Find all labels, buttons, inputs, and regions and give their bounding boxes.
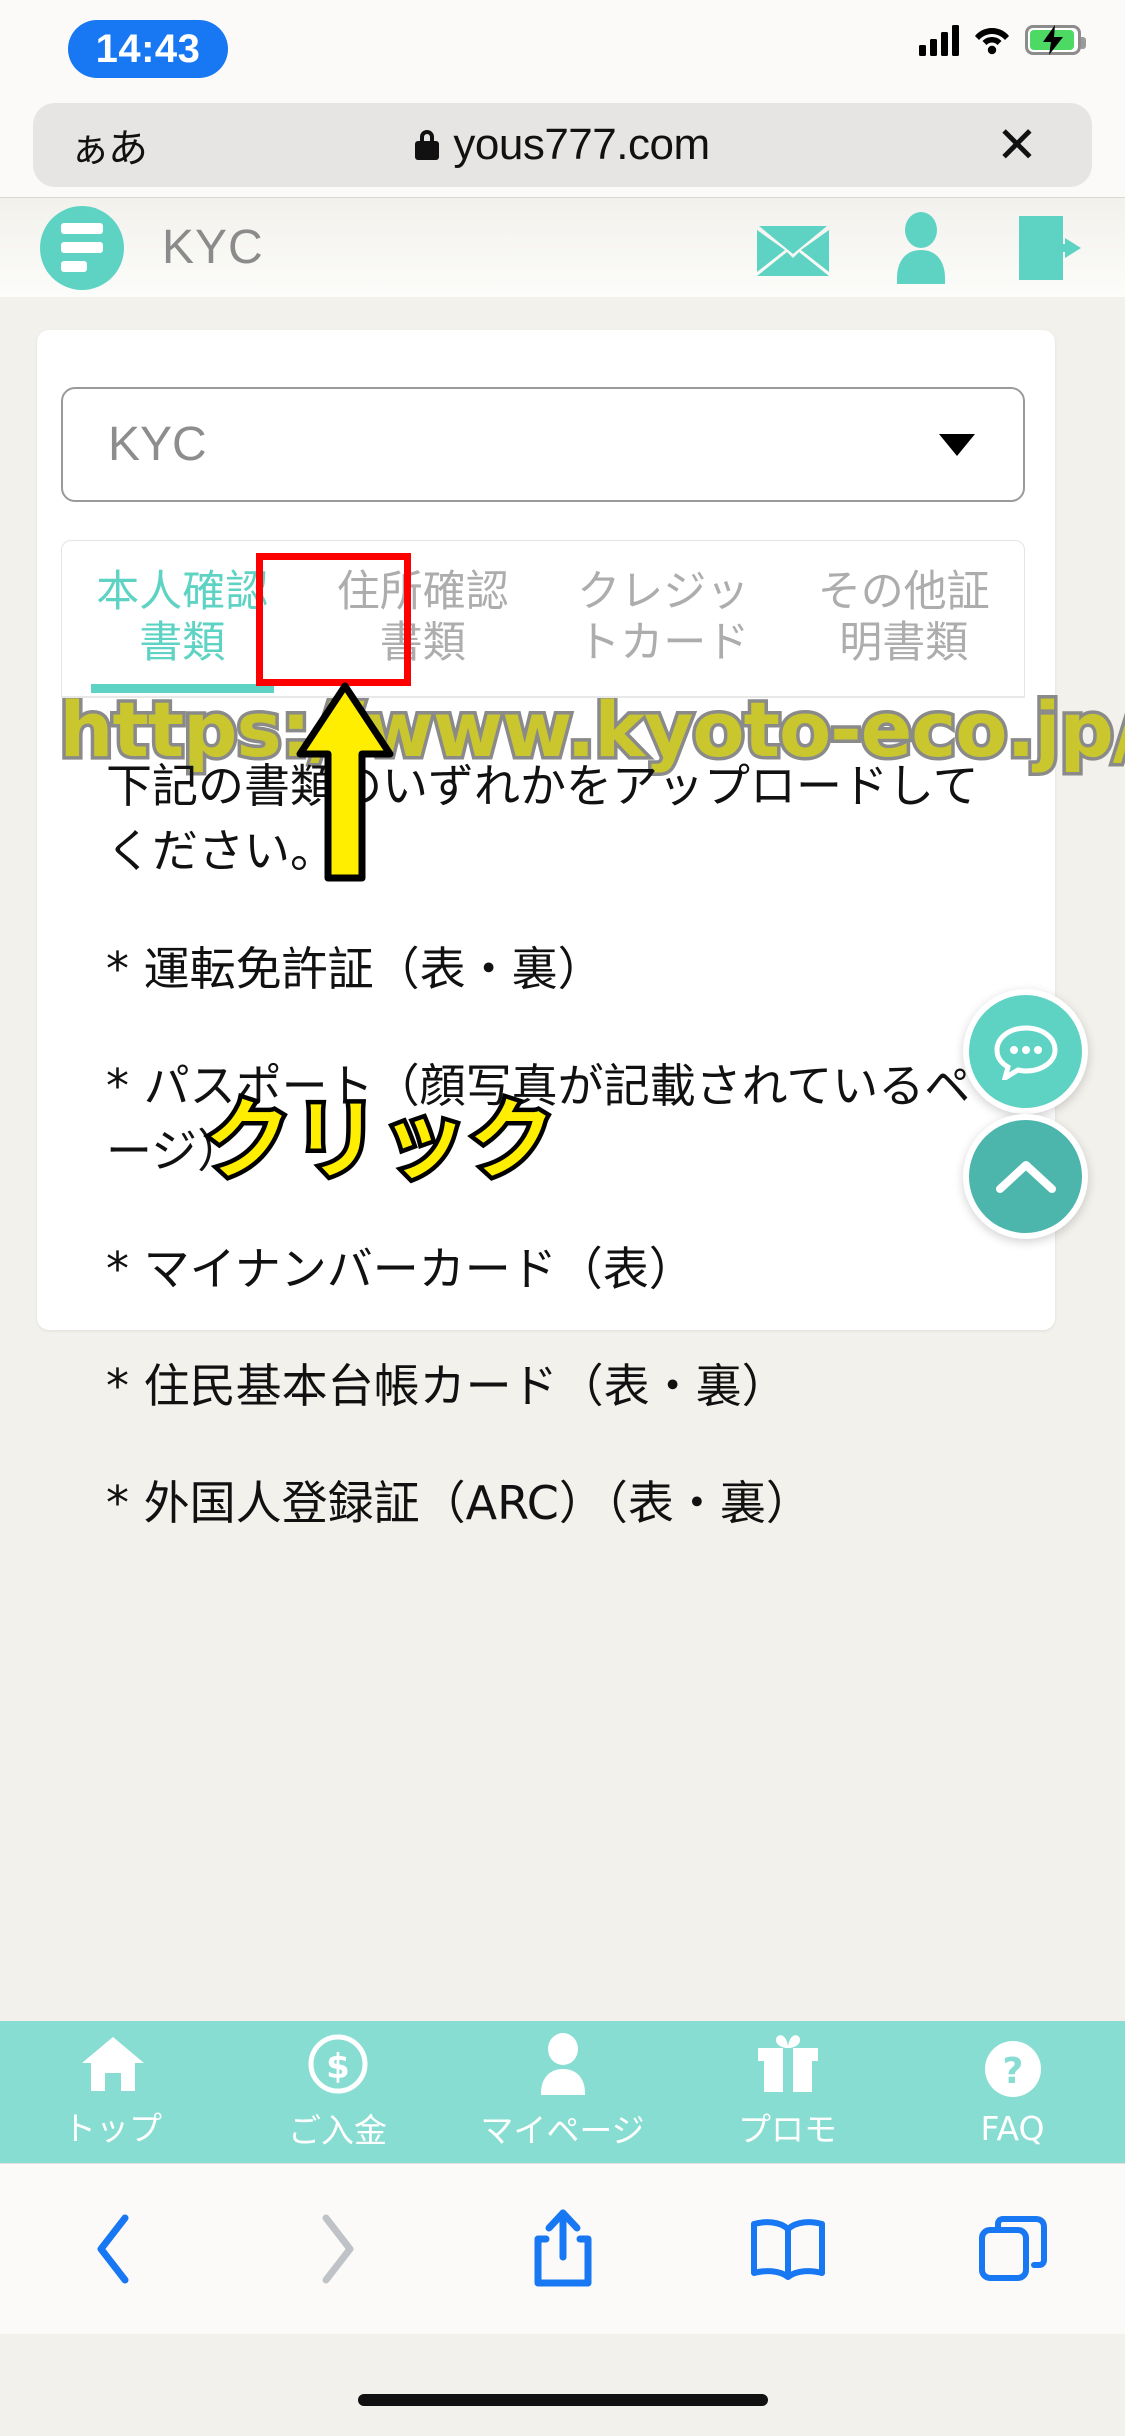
kyc-card: KYC https://www.kyoto-eco.jp/ 本人確認 書類 住所… — [37, 330, 1125, 1530]
svg-text:$: $ — [326, 2047, 350, 2087]
user-account-icon[interactable] — [885, 211, 957, 284]
scroll-top-button[interactable] — [963, 1114, 1088, 1239]
nav-item-faq[interactable]: ? FAQ — [900, 2038, 1125, 2148]
nav-item-mypage[interactable]: マイページ — [450, 2033, 675, 2152]
nav-label-faq: FAQ — [980, 2108, 1045, 2148]
nav-item-top[interactable]: トップ — [0, 2035, 225, 2150]
kyc-tab-bar: 本人確認 書類 住所確認 書類 クレジッ トカード その他証 明書類 — [61, 540, 1025, 697]
up-arrow-annotation — [290, 682, 400, 887]
share-icon — [534, 2209, 591, 2287]
list-item: * 外国人登録証（ARC）（表・裏） — [106, 1476, 812, 1531]
status-indicators — [919, 24, 1086, 56]
click-annotation-label: クリック — [201, 1087, 560, 1196]
tab-credit-card[interactable]: クレジッ トカード — [543, 541, 784, 679]
document-list: 下記の書類のいずれかをアップロードしてください。 * 運転免許証（表・裏） * … — [61, 710, 1025, 1530]
nav-item-promo[interactable]: プロモ — [675, 2034, 900, 2151]
forward-button — [225, 2212, 450, 2286]
chevron-left-icon — [97, 2214, 128, 2284]
chevron-right-icon — [322, 2214, 353, 2284]
chat-button[interactable] — [963, 989, 1088, 1114]
header-icon-group — [757, 211, 1085, 284]
tab-credit-line1: クレジッ — [577, 567, 750, 617]
bookmarks-button[interactable] — [675, 2217, 900, 2281]
share-button[interactable] — [450, 2209, 675, 2289]
lock-icon — [415, 130, 440, 160]
nav-label-mypage: マイページ — [480, 2111, 645, 2150]
nav-label-deposit: ご入金 — [288, 2111, 387, 2150]
kyc-select[interactable]: KYC — [61, 387, 1025, 502]
logout-icon[interactable] — [1013, 212, 1085, 284]
list-item: * 運転免許証（表・裏） — [106, 941, 604, 996]
cellular-signal-icon — [919, 24, 959, 56]
tabs-icon — [978, 2216, 1047, 2281]
hamburger-menu-icon[interactable] — [40, 205, 124, 290]
safari-toolbar — [0, 2164, 1125, 2334]
home-icon — [81, 2037, 144, 2091]
home-indicator — [357, 2394, 768, 2406]
kyc-select-value: KYC — [108, 418, 207, 471]
wifi-icon — [975, 28, 1009, 55]
nav-label-top: トップ — [63, 2109, 162, 2148]
tab-credit-line2: トカード — [577, 617, 750, 668]
text-size-button[interactable]: ぁあ — [33, 116, 183, 174]
tab-other-line2: 明書類 — [839, 617, 969, 668]
chevron-up-icon — [995, 1160, 1056, 1193]
nav-label-promo: プロモ — [738, 2110, 837, 2149]
book-icon — [750, 2219, 825, 2280]
status-bar: 14:43 — [0, 0, 1125, 92]
safari-url-bar-container: ぁあ yous777.com ✕ — [0, 103, 1125, 195]
safari-url-bar[interactable]: ぁあ yous777.com ✕ — [33, 103, 1092, 187]
mypage-icon — [540, 2033, 585, 2095]
promo-icon — [757, 2035, 818, 2092]
tabs-button[interactable] — [900, 2214, 1125, 2284]
close-icon[interactable]: ✕ — [942, 116, 1092, 174]
url-display[interactable]: yous777.com — [183, 120, 942, 170]
list-item: * 住民基本台帳カード（表・裏） — [106, 1358, 788, 1413]
mail-icon[interactable] — [757, 212, 829, 284]
tab-bar-underline — [61, 696, 1025, 698]
back-button[interactable] — [0, 2212, 225, 2286]
page-title: KYC — [162, 221, 264, 274]
url-text: yous777.com — [453, 120, 710, 169]
site-header: KYC — [0, 198, 1125, 297]
list-item: * マイナンバーカード（表） — [106, 1241, 695, 1296]
phone-screen: 14:43 ぁあ yous777.com ✕ KYC KYC https://w… — [0, 0, 1125, 2436]
chat-bubble-icon — [993, 1024, 1058, 1080]
status-time-pill[interactable]: 14:43 — [68, 20, 228, 78]
battery-charging-icon — [1025, 25, 1086, 55]
tab-other-line1: その他証 — [817, 567, 990, 617]
svg-text:?: ? — [1002, 2051, 1023, 2092]
annotation-highlight-box — [256, 553, 411, 686]
deposit-icon: $ — [308, 2034, 367, 2094]
chevron-down-icon — [939, 433, 975, 456]
nav-item-deposit[interactable]: $ ご入金 — [225, 2033, 450, 2152]
faq-icon: ? — [984, 2040, 1041, 2097]
app-bottom-nav: トップ $ ご入金 マイページ プロモ ? FAQ — [0, 2021, 1125, 2164]
upload-instructions: 下記の書類のいずれかをアップロードしてください。 — [106, 759, 979, 879]
tab-other-documents[interactable]: その他証 明書類 — [784, 541, 1025, 679]
